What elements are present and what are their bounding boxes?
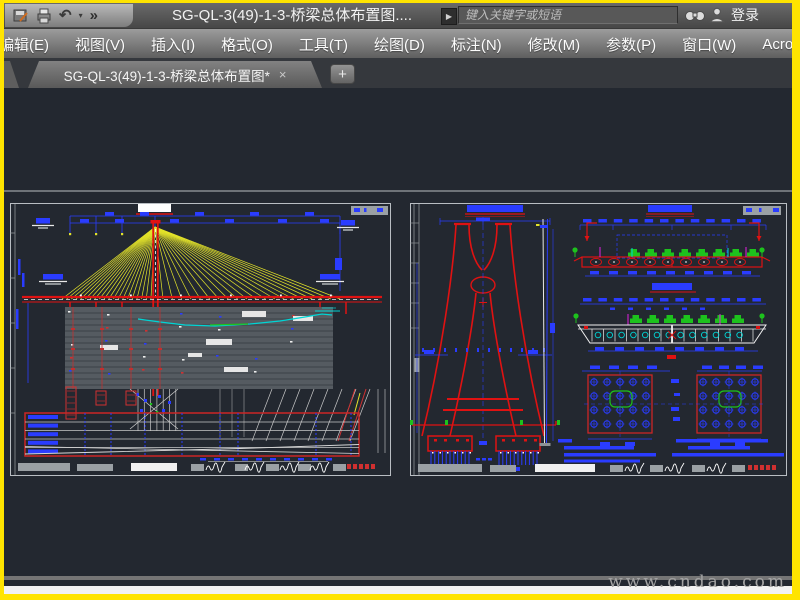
layout-divider-top	[4, 190, 792, 192]
deck-cross-section-2[interactable]	[573, 283, 767, 359]
undo-dropdown-icon[interactable]: ▾	[79, 11, 83, 20]
print-icon[interactable]	[36, 8, 52, 24]
partial-tab[interactable]	[4, 61, 19, 88]
drawing-tab[interactable]: SG-QL-3(49)-1-3-桥梁总体布置图* ×	[28, 61, 322, 88]
menu-view[interactable]: 视图(V)	[62, 34, 138, 55]
menu-modify[interactable]: 修改(M)	[515, 34, 594, 55]
window-border-top	[0, 0, 800, 3]
note-text-lines[interactable]	[558, 439, 784, 463]
menu-acrobat[interactable]: Acrobat	[749, 36, 792, 53]
more-tools-icon[interactable]: »	[90, 7, 98, 24]
window-border-left	[0, 0, 4, 600]
left-sheet-bridge-elevation[interactable]	[10, 203, 391, 476]
file-tab-bar: SG-QL-3(49)-1-3-桥梁总体布置图* × +	[4, 58, 792, 89]
quick-access-toolbar: ↶ ▾ »	[5, 4, 133, 27]
infocenter-toggle-icon[interactable]: ▶	[441, 8, 457, 25]
menu-format[interactable]: 格式(O)	[208, 34, 286, 55]
pylon-front-elevation[interactable]	[410, 205, 560, 471]
binoculars-icon[interactable]	[684, 7, 706, 23]
tab-close-icon[interactable]: ×	[279, 67, 287, 82]
user-icon[interactable]	[708, 6, 726, 24]
deck-cross-section-1[interactable]	[572, 205, 771, 277]
drawing-canvas[interactable]: www.cndao.com	[4, 88, 792, 594]
profile-data-table[interactable]	[24, 412, 360, 462]
pile-cap-plan[interactable]	[582, 365, 764, 447]
login-button[interactable]: 登录	[731, 3, 759, 28]
menu-draw[interactable]: 绘图(D)	[361, 34, 438, 55]
cad-app-window: ↶ ▾ » SG-QL-3(49)-1-3-桥梁总体布置图.... ▶ 登录 编…	[0, 0, 800, 600]
menu-edit[interactable]: 编辑(E)	[4, 34, 62, 55]
menu-parametric[interactable]: 参数(P)	[593, 34, 669, 55]
window-title: SG-QL-3(49)-1-3-桥梁总体布置图....	[171, 7, 413, 24]
save-icon[interactable]	[13, 8, 29, 24]
search-input[interactable]	[458, 6, 678, 24]
title-block-strip[interactable]	[18, 461, 375, 473]
undo-icon[interactable]: ↶	[59, 7, 72, 24]
watermark: www.cndao.com	[608, 572, 787, 592]
menu-dimension[interactable]: 标注(N)	[438, 34, 515, 55]
window-border-right	[792, 0, 800, 600]
stay-cables[interactable]	[61, 226, 341, 300]
right-sheet-pylon-and-sections[interactable]	[410, 203, 787, 476]
new-tab-button[interactable]: +	[330, 64, 355, 84]
window-border-bottom	[0, 594, 800, 600]
titlebar: ↶ ▾ » SG-QL-3(49)-1-3-桥梁总体布置图.... ▶ 登录	[4, 3, 792, 29]
title-block-strip[interactable]	[418, 462, 776, 474]
menubar: 编辑(E) 视图(V) 插入(I) 格式(O) 工具(T) 绘图(D) 标注(N…	[4, 28, 792, 59]
menu-insert[interactable]: 插入(I)	[138, 34, 208, 55]
drawing-tab-label: SG-QL-3(49)-1-3-桥梁总体布置图*	[63, 68, 270, 84]
menu-tools[interactable]: 工具(T)	[286, 34, 361, 55]
menu-window[interactable]: 窗口(W)	[669, 34, 749, 55]
geological-section[interactable]	[65, 307, 340, 389]
